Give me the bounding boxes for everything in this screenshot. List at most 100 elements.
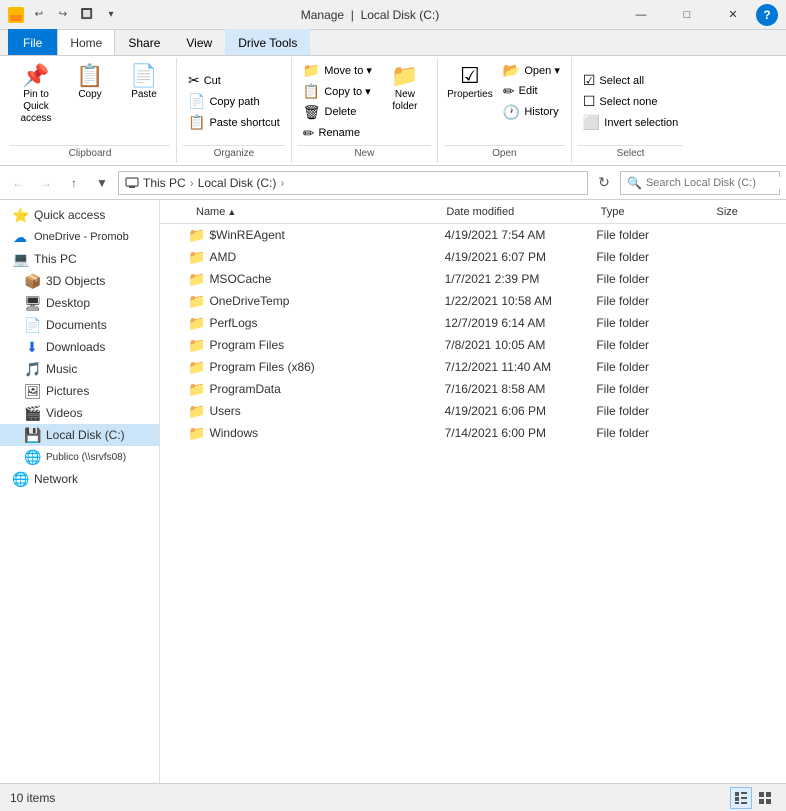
pin-button[interactable]: 📌 Pin to Quickaccess	[10, 60, 62, 130]
table-row[interactable]: 📁 Users 4/19/2021 6:06 PM File folder	[160, 400, 786, 422]
organize-content: ✂ Cut 📄 Copy path 📋 Paste shortcut	[183, 60, 285, 143]
paste-button[interactable]: 📄 Paste	[118, 60, 170, 126]
table-row[interactable]: 📁 AMD 4/19/2021 6:07 PM File folder	[160, 246, 786, 268]
folder-icon: 📁	[188, 315, 205, 332]
sidebar-item-3dobjects[interactable]: 📦 3D Objects	[0, 270, 159, 292]
rename-button[interactable]: ✏ Rename	[298, 123, 377, 143]
header-name[interactable]: Name ▲	[188, 206, 438, 218]
ribbon-group-clipboard: 📌 Pin to Quickaccess 📋 Copy 📄 Paste Clip…	[4, 58, 177, 163]
address-path[interactable]: This PC › Local Disk (C:) ›	[118, 171, 588, 195]
forward-button[interactable]: →	[34, 171, 58, 195]
sidebar-item-thispc[interactable]: 💻 This PC	[0, 248, 159, 270]
tab-home[interactable]: Home	[57, 29, 115, 55]
qat-redo[interactable]: ↪	[52, 4, 74, 26]
videos-icon: 🎬	[24, 405, 40, 422]
new-folder-button[interactable]: 📁 Newfolder	[379, 60, 431, 126]
sidebar-item-onedrive[interactable]: ☁ OneDrive - Promob	[0, 226, 159, 248]
organize-label: Organize	[183, 145, 285, 161]
thispc-icon: 💻	[12, 251, 28, 268]
edit-button[interactable]: ✏ Edit	[498, 81, 565, 101]
file-date: 1/22/2021 10:58 AM	[445, 294, 597, 308]
file-type: File folder	[596, 316, 710, 330]
view-large-button[interactable]	[754, 787, 776, 809]
file-header: Name ▲ Date modified Type Size	[160, 200, 786, 224]
close-button[interactable]: ✕	[710, 0, 756, 30]
sidebar-item-documents[interactable]: 📄 Documents	[0, 314, 159, 336]
table-row[interactable]: 📁 Windows 7/14/2021 6:00 PM File folder	[160, 422, 786, 444]
sidebar-item-music[interactable]: 🎵 Music	[0, 358, 159, 380]
file-date: 4/19/2021 7:54 AM	[445, 228, 597, 242]
sidebar-item-publico[interactable]: 🌐 Publico (\\srvfs08)	[0, 446, 159, 468]
sidebar-item-network[interactable]: 🌐 Network	[0, 468, 159, 490]
sidebar-item-desktop[interactable]: 🖥 Desktop	[0, 292, 159, 314]
help-button[interactable]: ?	[756, 4, 778, 26]
new-label: New	[298, 145, 431, 161]
cut-button[interactable]: ✂ Cut	[183, 71, 226, 91]
tab-view[interactable]: View	[173, 29, 225, 55]
tab-share[interactable]: Share	[115, 29, 173, 55]
copy-to-button[interactable]: 📋 Copy to ▾	[298, 81, 377, 101]
properties-button[interactable]: ☑ Properties	[444, 60, 496, 126]
search-input[interactable]	[646, 177, 786, 189]
file-date: 7/16/2021 8:58 AM	[445, 382, 597, 396]
delete-button[interactable]: 🗑 Delete	[298, 102, 377, 122]
file-rows: 📁 $WinREAgent 4/19/2021 7:54 AM File fol…	[160, 224, 786, 444]
sidebar-item-videos[interactable]: 🎬 Videos	[0, 402, 159, 424]
history-button[interactable]: 🕐 History	[498, 102, 565, 122]
file-name: Program Files (x86)	[209, 360, 444, 374]
back-button[interactable]: ←	[6, 171, 30, 195]
copy-path-button[interactable]: 📄 Copy path	[183, 92, 265, 112]
table-row[interactable]: 📁 Program Files 7/8/2021 10:05 AM File f…	[160, 334, 786, 356]
table-row[interactable]: 📁 OneDriveTemp 1/22/2021 10:58 AM File f…	[160, 290, 786, 312]
sidebar-item-downloads[interactable]: ⬇ Downloads	[0, 336, 159, 358]
file-date: 7/14/2021 6:00 PM	[445, 426, 597, 440]
folder-icon: 📁	[188, 337, 205, 354]
main-content: ⭐ Quick access ☁ OneDrive - Promob 💻 Thi…	[0, 200, 786, 783]
large-view-icon	[758, 791, 772, 805]
file-date: 1/7/2021 2:39 PM	[445, 272, 597, 286]
tab-file[interactable]: File	[8, 29, 57, 55]
open-button[interactable]: 📂 Open ▾	[498, 60, 565, 80]
tab-drivetools[interactable]: Drive Tools	[225, 29, 310, 55]
refresh-button[interactable]: ↻	[592, 171, 616, 195]
qat-properties[interactable]: 🔲	[76, 4, 98, 26]
recent-dropdown[interactable]: ▼	[90, 171, 114, 195]
qat-dropdown[interactable]: ▾	[100, 4, 122, 26]
move-to-button[interactable]: 📁 Move to ▾	[298, 60, 377, 80]
qat-undo[interactable]: ↩	[28, 4, 50, 26]
table-row[interactable]: 📁 PerfLogs 12/7/2019 6:14 AM File folder	[160, 312, 786, 334]
sidebar-item-localdisk[interactable]: 💾 Local Disk (C:)	[0, 424, 159, 446]
file-date: 12/7/2019 6:14 AM	[445, 316, 597, 330]
minimize-button[interactable]: —	[618, 0, 664, 30]
select-none-button[interactable]: ☐ Select none	[578, 92, 663, 112]
selectall-icon: ☑	[583, 72, 596, 89]
new-content: 📁 Move to ▾ 📋 Copy to ▾ 🗑 Delete ✏ Renam…	[298, 60, 431, 143]
window-controls: — □ ✕ ?	[618, 0, 778, 30]
table-row[interactable]: 📁 MSOCache 1/7/2021 2:39 PM File folder	[160, 268, 786, 290]
paste-shortcut-button[interactable]: 📋 Paste shortcut	[183, 113, 285, 133]
view-details-button[interactable]	[730, 787, 752, 809]
view-buttons	[730, 787, 776, 809]
sidebar-item-pictures[interactable]: 🖼 Pictures	[0, 380, 159, 402]
maximize-button[interactable]: □	[664, 0, 710, 30]
header-size[interactable]: Size	[709, 206, 786, 218]
file-name: AMD	[209, 250, 444, 264]
file-type: File folder	[596, 294, 710, 308]
header-type[interactable]: Type	[593, 206, 709, 218]
title-bar-left: ↩ ↪ 🔲 ▾	[8, 4, 122, 26]
file-name: Users	[209, 404, 444, 418]
file-date: 4/19/2021 6:07 PM	[445, 250, 597, 264]
copy-button[interactable]: 📋 Copy	[64, 60, 116, 126]
table-row[interactable]: 📁 Program Files (x86) 7/12/2021 11:40 AM…	[160, 356, 786, 378]
ribbon-group-open: ☑ Properties 📂 Open ▾ ✏ Edit 🕐 History O…	[438, 58, 572, 163]
sidebar-item-quickaccess[interactable]: ⭐ Quick access	[0, 204, 159, 226]
header-date[interactable]: Date modified	[438, 206, 592, 218]
table-row[interactable]: 📁 ProgramData 7/16/2021 8:58 AM File fol…	[160, 378, 786, 400]
computer-icon	[125, 176, 139, 190]
table-row[interactable]: 📁 $WinREAgent 4/19/2021 7:54 AM File fol…	[160, 224, 786, 246]
item-count: 10 items	[10, 791, 55, 805]
select-all-button[interactable]: ☑ Select all	[578, 71, 649, 91]
title-bar: ↩ ↪ 🔲 ▾ Manage | Local Disk (C:) — □ ✕ ?	[0, 0, 786, 30]
invert-selection-button[interactable]: ⬜ Invert selection	[578, 113, 683, 133]
up-button[interactable]: ↑	[62, 171, 86, 195]
